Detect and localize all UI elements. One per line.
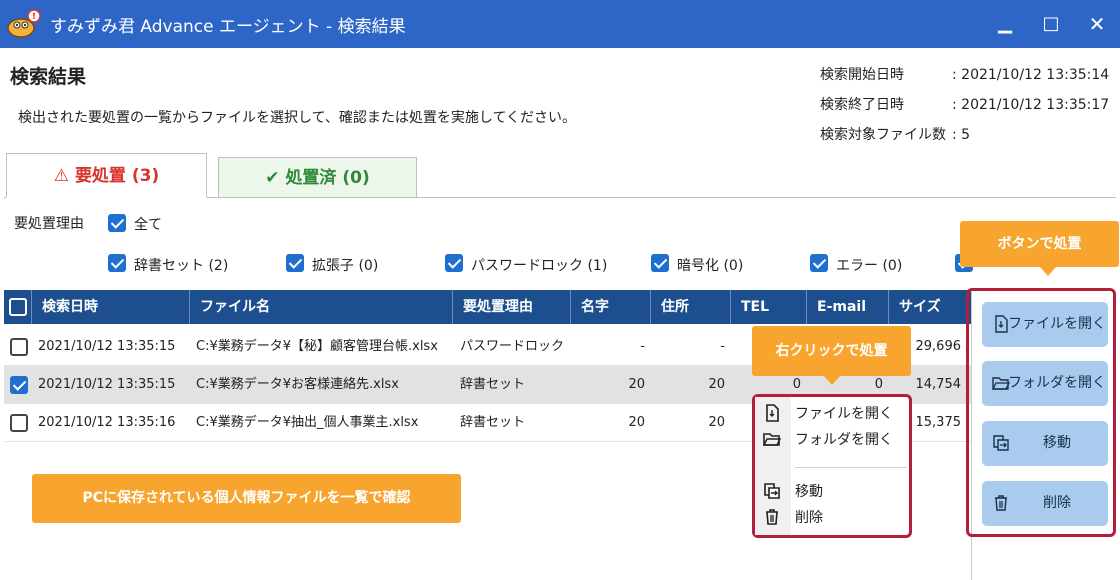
meta-value: : 5 [952,127,971,143]
context-item-label: 移動 [795,484,823,500]
callout-button-action: ボタンで処置 [960,221,1119,267]
callout-arrow [1040,267,1056,276]
row-checkbox[interactable] [10,376,28,394]
app-window: ! すみずみ君 Advance エージェント - 検索結果 ▁ □ ✕ 検索結果… [0,0,1120,580]
row-reason: 辞書セット [460,377,526,392]
filter-label: エラー (0) [836,258,903,274]
filter-dictionary-checkbox[interactable] [108,254,126,272]
row-address-count: 20 [708,377,725,392]
close-button[interactable]: ✕ [1082,10,1112,38]
row-file-name: C:¥業務データ¥お客様連絡先.xlsx [196,377,399,392]
open-file-button[interactable]: ファイルを開く [982,302,1108,347]
tab-action-required[interactable]: ⚠ 要処置 (3) [6,153,207,198]
move-icon [764,483,780,499]
meta-label: 検索対象ファイル数 [820,127,946,143]
context-item-label: 削除 [795,510,823,526]
row-address-count: 20 [708,415,725,430]
callout-arrow [824,376,840,385]
row-reason: 辞書セット [460,415,526,430]
column-header[interactable]: 名字 [571,290,651,324]
check-icon: ✔ [265,168,280,188]
row-file-name: C:¥業務データ¥抽出_個人事業主.xlsx [196,415,419,430]
context-separator [795,467,907,468]
filter-encryption-checkbox[interactable] [651,254,669,272]
warning-icon: ⚠ [53,166,70,186]
move-button[interactable]: 移動 [982,421,1108,466]
column-header[interactable]: 検索日時 [32,290,190,324]
maximize-button[interactable]: □ [1036,10,1066,38]
button-label: 移動 [1043,435,1071,451]
minimize-button[interactable]: ▁ [990,10,1020,38]
row-date: 2021/10/12 13:35:15 [38,377,176,392]
title-bar: ! すみずみ君 Advance エージェント - 検索結果 ▁ □ ✕ [0,0,1120,48]
search-start-time: 検索開始日時 : 2021/10/12 13:35:14 [820,64,1109,84]
window-title: すみずみ君 Advance エージェント - 検索結果 [50,17,406,37]
row-surname-count: 20 [628,415,645,430]
column-header[interactable]: サイズ [889,290,972,324]
table-header: 検索日時 ファイル名 要処置理由 名字 住所 TEL E-mail サイズ [4,290,972,324]
meta-label: 検索終了日時 [820,97,904,113]
filter-error-checkbox[interactable] [810,254,828,272]
folder-open-icon [763,433,781,446]
search-file-count: 検索対象ファイル数 : 5 [820,124,970,144]
search-end-time: 検索終了日時 : 2021/10/12 13:35:17 [820,94,1109,114]
tab-label: 要処置 (3) [74,166,160,186]
page-title: 検索結果 [10,66,87,88]
column-header[interactable]: TEL [731,290,807,324]
meta-value: : 2021/10/12 13:35:17 [952,97,1110,113]
row-checkbox[interactable] [10,338,28,356]
context-menu: ファイルを開く フォルダを開く 移動 削除 [752,394,912,538]
row-address-count: - [720,339,725,354]
filter-all-checkbox[interactable] [108,214,126,232]
filter-password-checkbox[interactable] [445,254,463,272]
open-folder-button[interactable]: フォルダを開く [982,361,1108,406]
row-reason: パスワードロック [460,339,565,354]
select-all-cell [4,290,32,324]
column-header[interactable]: 要処置理由 [453,290,571,324]
delete-button[interactable]: 削除 [982,481,1108,526]
row-date: 2021/10/12 13:35:16 [38,415,176,430]
callout-pc-files: PCに保存されている個人情報ファイルを一覧で確認 [32,474,461,523]
filter-label: 拡張子 (0) [312,258,379,274]
button-label: ファイルを開く [1008,316,1106,332]
page-description: 検出された要処置の一覧からファイルを選択して、確認または処置を実施してください。 [18,110,577,126]
column-header[interactable]: ファイル名 [190,290,453,324]
context-delete[interactable]: 削除 [755,505,909,529]
column-header[interactable]: E-mail [807,290,889,324]
button-label: 削除 [1043,495,1071,511]
reason-filter-label: 要処置理由 [14,216,84,232]
row-surname-count: 20 [628,377,645,392]
row-date: 2021/10/12 13:35:15 [38,339,176,354]
trash-icon [766,509,778,525]
row-file-name: C:¥業務データ¥【秘】顧客管理台帳.xlsx [196,339,438,354]
meta-value: : 2021/10/12 13:35:14 [952,67,1110,83]
filter-extension-checkbox[interactable] [286,254,304,272]
context-item-label: フォルダを開く [795,432,893,448]
app-logo-icon: ! [7,9,40,38]
callout-right-click: 右クリックで処置 [752,326,911,376]
context-move[interactable]: 移動 [755,479,909,503]
context-open-folder[interactable]: フォルダを開く [755,427,909,451]
button-label: フォルダを開く [1008,375,1106,391]
svg-text:!: ! [32,12,36,22]
select-all-checkbox[interactable] [9,298,27,316]
filter-label: 辞書セット (2) [134,258,229,274]
filter-label: 暗号化 (0) [677,258,744,274]
filter-all-label: 全て [134,217,162,233]
context-open-file[interactable]: ファイルを開く [755,401,909,425]
row-surname-count: - [640,339,645,354]
tab-handled[interactable]: ✔ 処置済 (0) [218,157,417,198]
file-open-icon [766,404,779,422]
context-item-label: ファイルを開く [795,406,893,422]
filter-label: パスワードロック (1) [471,258,608,274]
tab-label: 処置済 (0) [285,168,370,188]
row-checkbox[interactable] [10,414,28,432]
column-header[interactable]: 住所 [651,290,731,324]
meta-label: 検索開始日時 [820,67,904,83]
